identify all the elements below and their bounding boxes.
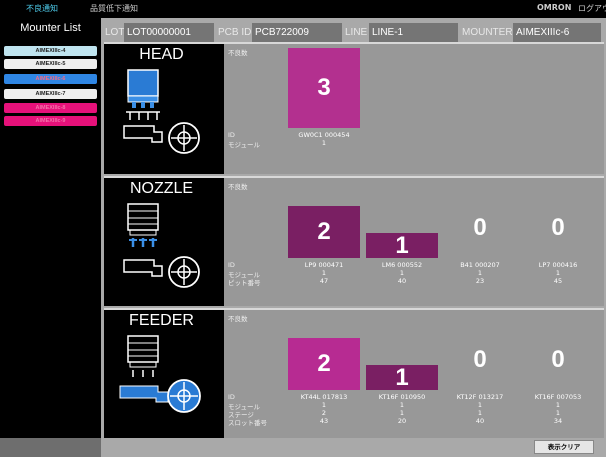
nozzle-id-value: LP7 000416 [538,261,578,269]
nozzle-id-value: LP9 000471 [304,261,344,269]
tab-defect-notice[interactable]: 不良通知 [26,3,58,14]
top-bar: 不良通知 品質低下通知 OMRON ログアウト [0,0,606,18]
feeder-id-value: KT12F 013217 [456,393,504,401]
nozzle-pit-value: 45 [553,277,563,285]
line-label: LINE [345,27,368,38]
nozzle-pit-label: ピット番号 [228,279,261,287]
head-module-value: 1 [321,139,327,147]
feeder-module-value: 1 [555,401,561,409]
head-panel: HEAD 不良数 3 ID モジュール GW0C1 000454 1 [104,42,604,174]
nozzle-module-value: 1 [555,269,561,277]
feeder-stage-value: 1 [399,409,405,417]
feeder-illustration-icon [119,335,201,413]
nozzle-module-value: 1 [399,269,405,277]
feeder-module-value: 1 [399,401,405,409]
mounter-list-item[interactable]: AIMEXIIIc-7 [4,89,97,99]
feeder-data-area: 不良数 2 1 0 0 ID モジュール ステージ スロット番号 KT44L 0… [224,310,604,438]
nozzle-defect-count-4: 0 [551,214,565,241]
nozzle-title: NOZZLE [129,180,194,197]
feeder-defect-bar-1: 2 [288,338,360,390]
nozzle-panel: NOZZLE 不良数 2 1 0 0 ID モジュール ピット番号 LP9 00… [104,176,604,306]
feeder-id-value: KT16F 010950 [378,393,426,401]
nozzle-id-value: B41 000207 [460,261,500,269]
feeder-stage-value: 1 [477,409,483,417]
feeder-title: FEEDER [129,312,194,329]
feeder-defect-bar-2: 1 [366,364,438,391]
mounter-list-item-selected[interactable]: AIMEXIIIc-6 [4,74,97,84]
head-title: HEAD [139,46,184,63]
feeder-panel: FEEDER 不良数 2 1 0 0 ID モジュール ステージ スロット番号 … [104,308,604,438]
main-area: LOT LOT00000001 PCB ID PCB722009 LINE LI… [101,18,606,457]
tab-quality-drop-notice[interactable]: 品質低下通知 [90,3,138,14]
feeder-defect-count-3: 0 [473,346,487,373]
feeder-defect-count-caption: 不良数 [228,315,248,323]
feeder-defect-count-4: 0 [551,346,565,373]
logout-link[interactable]: ログアウト [578,3,606,14]
feeder-module-value: 1 [477,401,483,409]
mounter-list-item[interactable]: AIMEXIIIc-5 [4,59,97,69]
mounter-list-sidebar: Mounter List AIMEXIIIc-4 AIMEXIIIc-5 AIM… [0,18,101,438]
feeder-stage-value: 2 [321,409,327,417]
nozzle-defect-count-3: 0 [473,214,487,241]
lot-field: LOT00000001 [124,23,214,42]
head-module-label: モジュール [228,141,261,149]
brand-logo: OMRON [537,3,572,12]
nozzle-pit-value: 23 [475,277,485,285]
nozzle-module-value: 1 [477,269,483,277]
mounter-label: MOUNTER [462,27,513,38]
head-data-area: 不良数 3 ID モジュール GW0C1 000454 1 [224,44,604,174]
head-id-value: GW0C1 000454 [298,131,350,139]
feeder-slot-value: 43 [319,417,329,425]
feeder-id-value: KT16F 007053 [534,393,582,401]
nozzle-id-value: LM6 000552 [381,261,423,269]
nozzle-defect-count-caption: 不良数 [228,183,248,191]
pcb-id-label: PCB ID [218,27,252,38]
mounter-field: AIMEXIIIc-6 [513,23,601,42]
pcb-id-field: PCB722009 [252,23,342,42]
head-defect-count-caption: 不良数 [228,49,248,57]
nozzle-pit-value: 40 [397,277,407,285]
sidebar-footer [0,438,101,457]
line-field: LINE-1 [369,23,458,42]
head-illustration-icon [123,69,200,154]
mounter-list-item-alert[interactable]: AIMEXIIIc-8 [4,103,97,113]
lot-label: LOT [105,27,125,38]
feeder-stage-value: 1 [555,409,561,417]
nozzle-defect-bar-2: 1 [366,232,438,259]
feeder-slot-value: 20 [397,417,407,425]
feeder-slot-label: スロット番号 [228,419,267,427]
feeder-slot-value: 40 [475,417,485,425]
nozzle-module-value: 1 [321,269,327,277]
feeder-id-label: ID [228,393,235,401]
feeder-module-value: 1 [321,401,327,409]
nozzle-data-area: 不良数 2 1 0 0 ID モジュール ピット番号 LP9 000471 1 … [224,178,604,306]
nozzle-pit-value: 47 [319,277,329,285]
nozzle-illustration-icon [123,203,200,288]
mounter-list-item[interactable]: AIMEXIIIc-4 [4,46,97,56]
mounter-list-title: Mounter List [20,22,81,34]
clear-display-button[interactable]: 表示クリア [534,440,594,454]
feeder-slot-value: 34 [553,417,563,425]
nozzle-defect-bar-1: 2 [288,206,360,258]
head-id-label: ID [228,131,235,139]
feeder-id-value: KT44L 017813 [300,393,348,401]
nozzle-id-label: ID [228,261,235,269]
mounter-list-item-alert[interactable]: AIMEXIIIc-9 [4,116,97,126]
head-defect-bar: 3 [288,48,360,128]
